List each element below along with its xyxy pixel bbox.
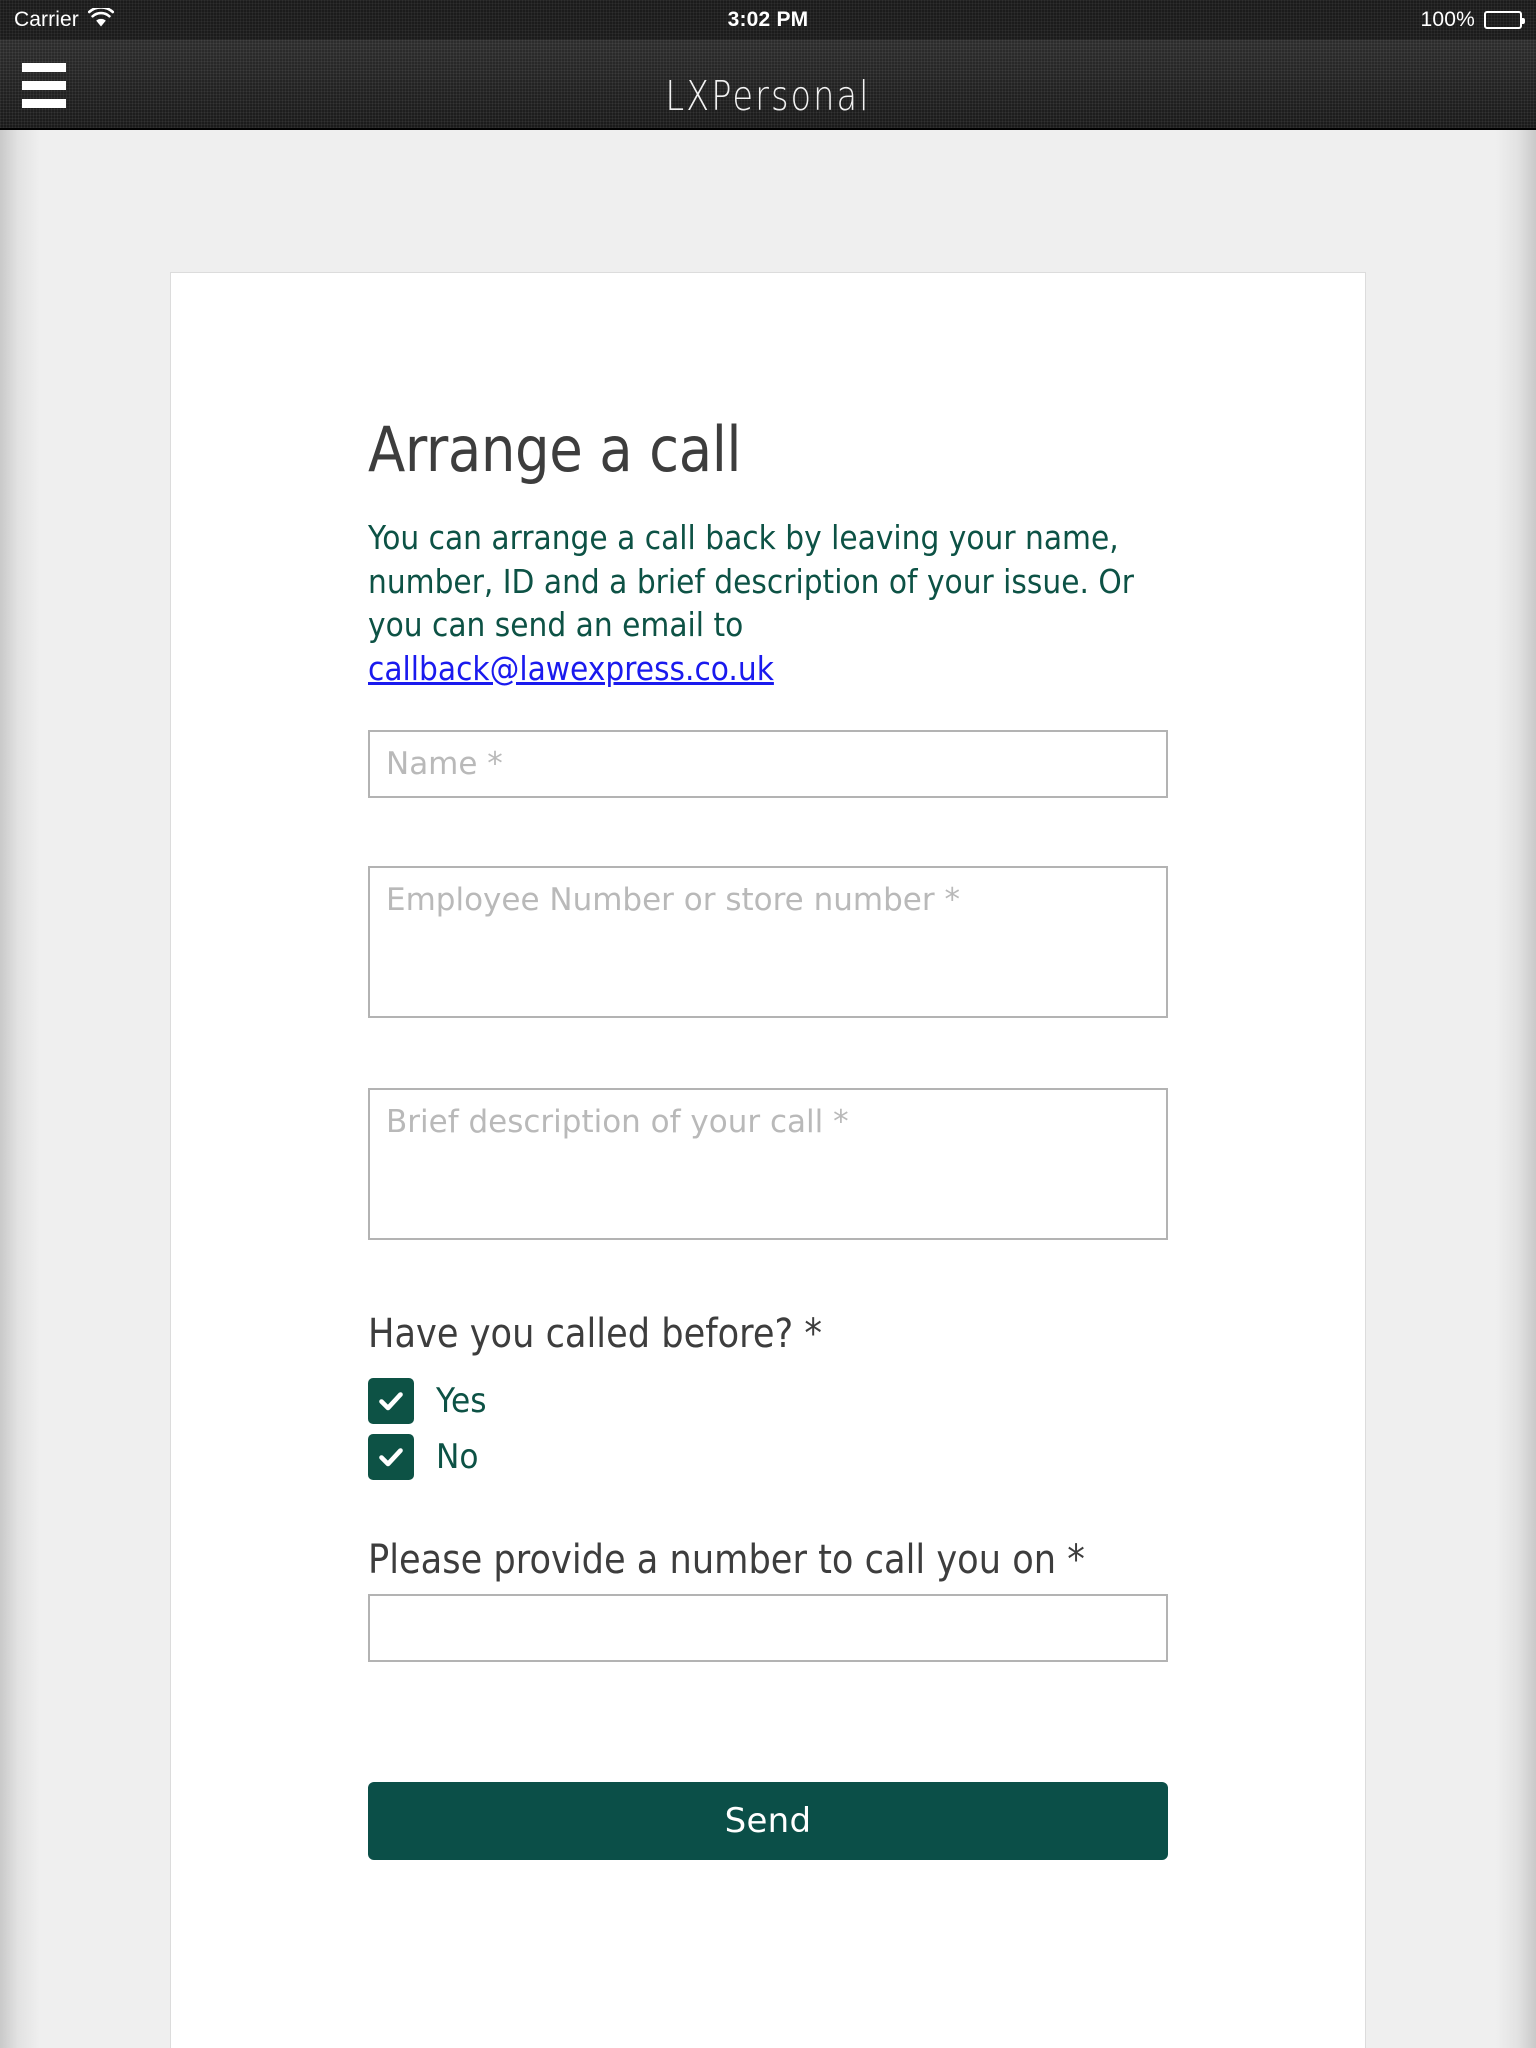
send-button[interactable]: Send [368, 1782, 1168, 1861]
callback-email-link[interactable]: callback@lawexpress.co.uk [368, 647, 774, 691]
battery-percent-label: 100% [1420, 8, 1475, 31]
checkmark-icon [379, 1392, 403, 1411]
checkbox-no[interactable] [368, 1434, 414, 1481]
option-yes-label: Yes [436, 1381, 487, 1422]
battery-icon [1484, 11, 1525, 29]
navigation-bar: LXPersonal [0, 40, 1536, 130]
status-bar-right: 100% [1420, 8, 1525, 32]
name-input[interactable] [368, 730, 1168, 799]
option-yes[interactable]: Yes [368, 1378, 1245, 1425]
intro-text: You can arrange a call back by leaving y… [368, 518, 1134, 645]
hamburger-menu-icon[interactable] [22, 56, 80, 114]
hamburger-bar-3 [22, 98, 66, 108]
called-before-question: Have you called before? * [368, 1311, 823, 1358]
content-card: Arrange a call You can arrange a call ba… [170, 272, 1366, 2048]
status-bar-time: 3:02 PM [727, 8, 809, 31]
arrange-call-form: Arrange a call You can arrange a call ba… [171, 273, 1365, 1861]
hamburger-bar-1 [22, 62, 66, 72]
call-description-input[interactable] [368, 1088, 1168, 1241]
hamburger-bar-2 [22, 80, 66, 90]
right-edge-shadow [1496, 130, 1536, 2048]
intro-paragraph: You can arrange a call back by leaving y… [368, 516, 1142, 690]
checkmark-icon [379, 1448, 403, 1467]
left-edge-shadow [0, 130, 40, 2048]
checkbox-yes[interactable] [368, 1378, 414, 1425]
option-no[interactable]: No [368, 1434, 1245, 1481]
employee-number-input[interactable] [368, 866, 1168, 1019]
status-bar: Carrier 3:02 PM 100% [0, 0, 1536, 40]
phone-number-input[interactable] [368, 1594, 1168, 1663]
phone-number-question: Please provide a number to call you on * [368, 1537, 1085, 1584]
option-no-label: No [436, 1437, 479, 1478]
app-title: LXPersonal [665, 72, 871, 120]
page-title: Arrange a call [368, 413, 742, 486]
